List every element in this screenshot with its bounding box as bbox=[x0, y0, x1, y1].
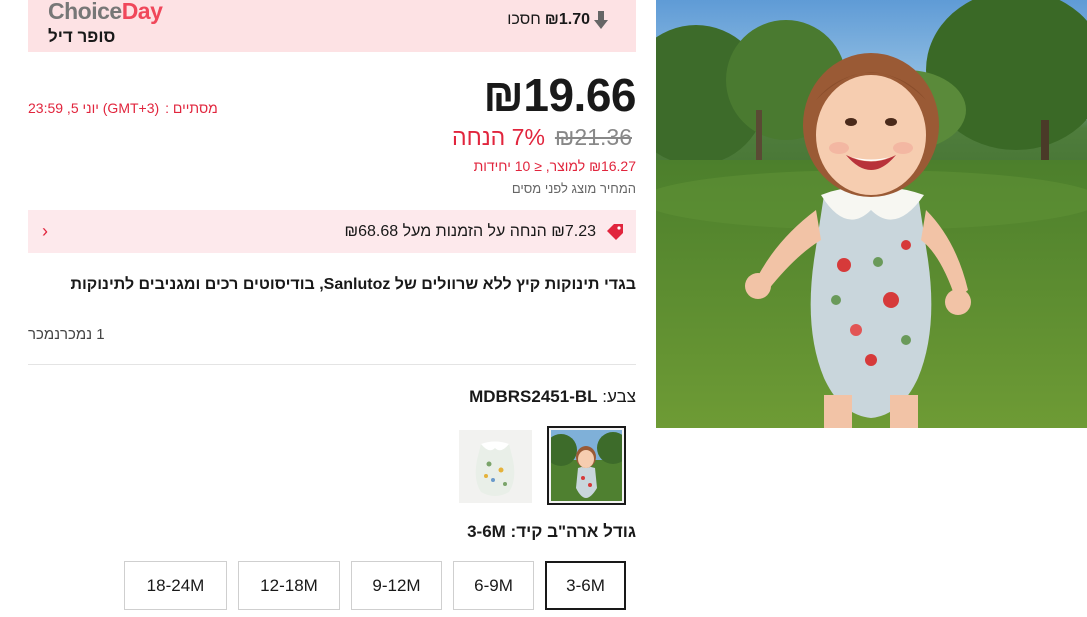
tax-note: המחיר מוצג לפני מסים bbox=[511, 181, 636, 196]
color-label-row: צבע: MDBRS2451-BL bbox=[469, 387, 636, 407]
size-option-6-9m[interactable]: 6-9M bbox=[453, 561, 534, 610]
choice-day-banner: ChoiceDay סופר דיל ₪1.70 חסכו bbox=[28, 0, 636, 52]
color-label: צבע: bbox=[602, 387, 636, 406]
swatch-romper-flat-icon bbox=[459, 430, 532, 503]
sold-count: 1 נמכרנמכר bbox=[28, 326, 105, 343]
coupon-text: ₪7.23 הנחה על הזמנות מעל ₪68.68 bbox=[344, 222, 596, 240]
coupon-tag-icon bbox=[607, 223, 623, 240]
savings-amount: ₪1.70 bbox=[544, 11, 590, 28]
coupon-bar[interactable]: ₪7.23 הנחה על הזמנות מעל ₪68.68 ‹ bbox=[28, 210, 636, 253]
baby-photo bbox=[656, 0, 1087, 428]
color-value: MDBRS2451-BL bbox=[469, 387, 598, 406]
product-main-image[interactable] bbox=[656, 0, 1087, 428]
swatch-baby-photo-icon bbox=[549, 430, 624, 501]
super-deal-label: סופר דיל bbox=[48, 27, 116, 46]
divider bbox=[28, 364, 636, 365]
size-label-row: גודל ארה"ב קיד: 3-6M bbox=[467, 522, 636, 542]
savings-label: חסכו bbox=[507, 11, 541, 28]
product-title: בגדי תינוקות קיץ ללא שרוולים של Sanlutoz… bbox=[70, 276, 636, 293]
current-price: ₪19.66 bbox=[483, 69, 636, 121]
size-label: גודל ארה"ב קיד: bbox=[510, 522, 636, 541]
price-drop-arrow-icon bbox=[594, 11, 608, 29]
size-option-3-6m[interactable]: 3-6M bbox=[545, 561, 626, 610]
unit-price: ₪16.27 למוצר, ≤ 10 יחידות bbox=[473, 158, 636, 174]
promo-end-date: יוני 5, 23:59 (GMT+3) bbox=[28, 100, 160, 116]
choice-day-logo: ChoiceDay bbox=[48, 0, 163, 25]
promo-end-time: יוני 5, 23:59 (GMT+3) מסתיים : bbox=[28, 100, 218, 116]
logo-day-text: Day bbox=[121, 0, 163, 24]
choice-savings: ₪1.70 חסכו bbox=[507, 11, 608, 29]
chevron-left-icon[interactable]: ‹ bbox=[42, 221, 48, 242]
original-price: ₪21.36 bbox=[554, 124, 632, 150]
discount-percent: 7% הנחה bbox=[452, 124, 545, 150]
size-option-18-24m[interactable]: 18-24M bbox=[124, 561, 227, 610]
size-options: 3-6M 6-9M 9-12M 12-18M 18-24M bbox=[124, 561, 626, 610]
product-info-panel: ChoiceDay סופר דיל ₪1.70 חסכו ₪19.66 ₪21… bbox=[28, 0, 636, 617]
size-option-12-18m[interactable]: 12-18M bbox=[238, 561, 340, 610]
original-price-row: ₪21.36 7% הנחה bbox=[452, 124, 632, 151]
logo-choice-text: Choice bbox=[48, 0, 122, 24]
size-value: 3-6M bbox=[467, 522, 506, 541]
size-option-9-12m[interactable]: 9-12M bbox=[351, 561, 442, 610]
color-swatch-selected[interactable] bbox=[547, 426, 626, 505]
promo-end-label: מסתיים : bbox=[165, 100, 218, 116]
color-swatch-flat[interactable] bbox=[459, 430, 532, 503]
